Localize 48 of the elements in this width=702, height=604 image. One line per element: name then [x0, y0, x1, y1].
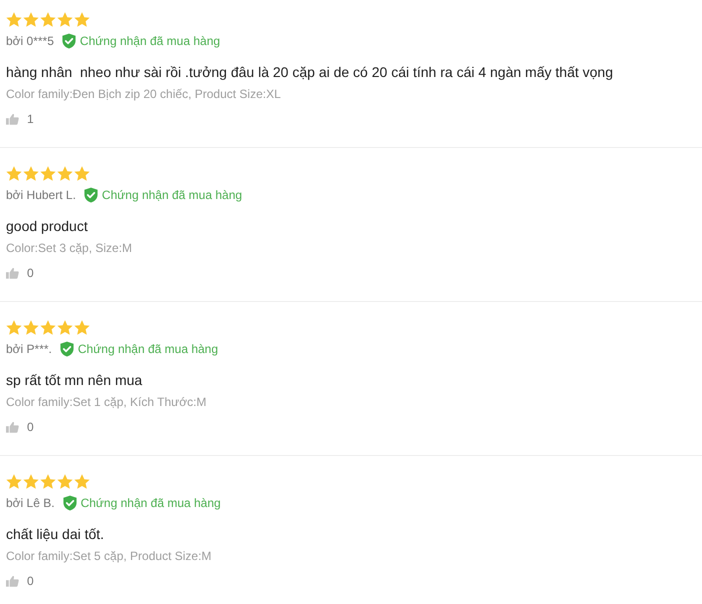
star-icon: [40, 474, 56, 489]
star-icon: [57, 12, 73, 27]
thumbs-up-icon: [6, 575, 19, 587]
like-button[interactable]: 0: [6, 420, 34, 434]
star-icon: [57, 474, 73, 489]
product-variant: Color:Set 3 cặp, Size:M: [6, 241, 132, 256]
reviewer-name: bởi Lê B.: [6, 496, 55, 510]
thumbs-up-icon: [6, 113, 19, 125]
star-icon: [74, 166, 90, 181]
reviewer-name: bởi P***.: [6, 342, 52, 356]
star-icon: [6, 166, 22, 181]
review-text: chất liệu dai tốt.: [6, 525, 104, 543]
star-icon: [40, 12, 56, 27]
thumbs-up-icon: [6, 267, 19, 279]
star-icon: [74, 12, 90, 27]
product-variant: Color family:Đen Bịch zip 20 chiếc, Product Size:XL: [6, 87, 281, 102]
verified-purchase-label: Chứng nhận đã mua hàng: [102, 188, 242, 202]
star-icon: [6, 474, 22, 489]
star-icon: [23, 474, 39, 489]
verified-shield-icon: [62, 33, 76, 49]
star-icon: [23, 12, 39, 27]
verified-shield-icon: [60, 341, 74, 357]
review-text: good product: [6, 217, 88, 235]
star-icon: [40, 320, 56, 335]
star-icon: [23, 166, 39, 181]
review-text: hàng nhân nheo như sài rồi .tưởng đâu là 20 cặp ai de có 20 cái tính ra cái 4 ngàn mấy thất vọng: [6, 63, 613, 81]
verified-shield-icon: [62, 495, 77, 511]
star-icon: [57, 166, 73, 181]
verified-purchase-label: Chứng nhận đã mua hàng: [80, 34, 220, 48]
star-icon: [74, 474, 90, 489]
reviewer-name: bởi 0***5: [6, 34, 54, 48]
like-button[interactable]: 0: [6, 266, 34, 280]
verified-shield-icon: [84, 187, 98, 203]
star-icon: [74, 320, 90, 335]
star-icon: [23, 320, 39, 335]
review-text: sp rất tốt mn nên mua: [6, 371, 142, 389]
verified-purchase-label: Chứng nhận đã mua hàng: [80, 496, 221, 510]
reviewer-name: bởi Hubert L.: [6, 188, 76, 202]
star-icon: [6, 12, 22, 27]
product-variant: Color family:Set 1 cặp, Kích Thước:M: [6, 395, 206, 410]
star-icon: [6, 320, 22, 335]
product-variant: Color family:Set 5 cặp, Product Size:M: [6, 549, 212, 564]
like-button[interactable]: 1: [6, 112, 34, 126]
verified-purchase-label: Chứng nhận đã mua hàng: [78, 342, 218, 356]
star-icon: [40, 166, 56, 181]
like-button[interactable]: 0: [6, 574, 34, 588]
thumbs-up-icon: [6, 421, 19, 433]
star-icon: [57, 320, 73, 335]
